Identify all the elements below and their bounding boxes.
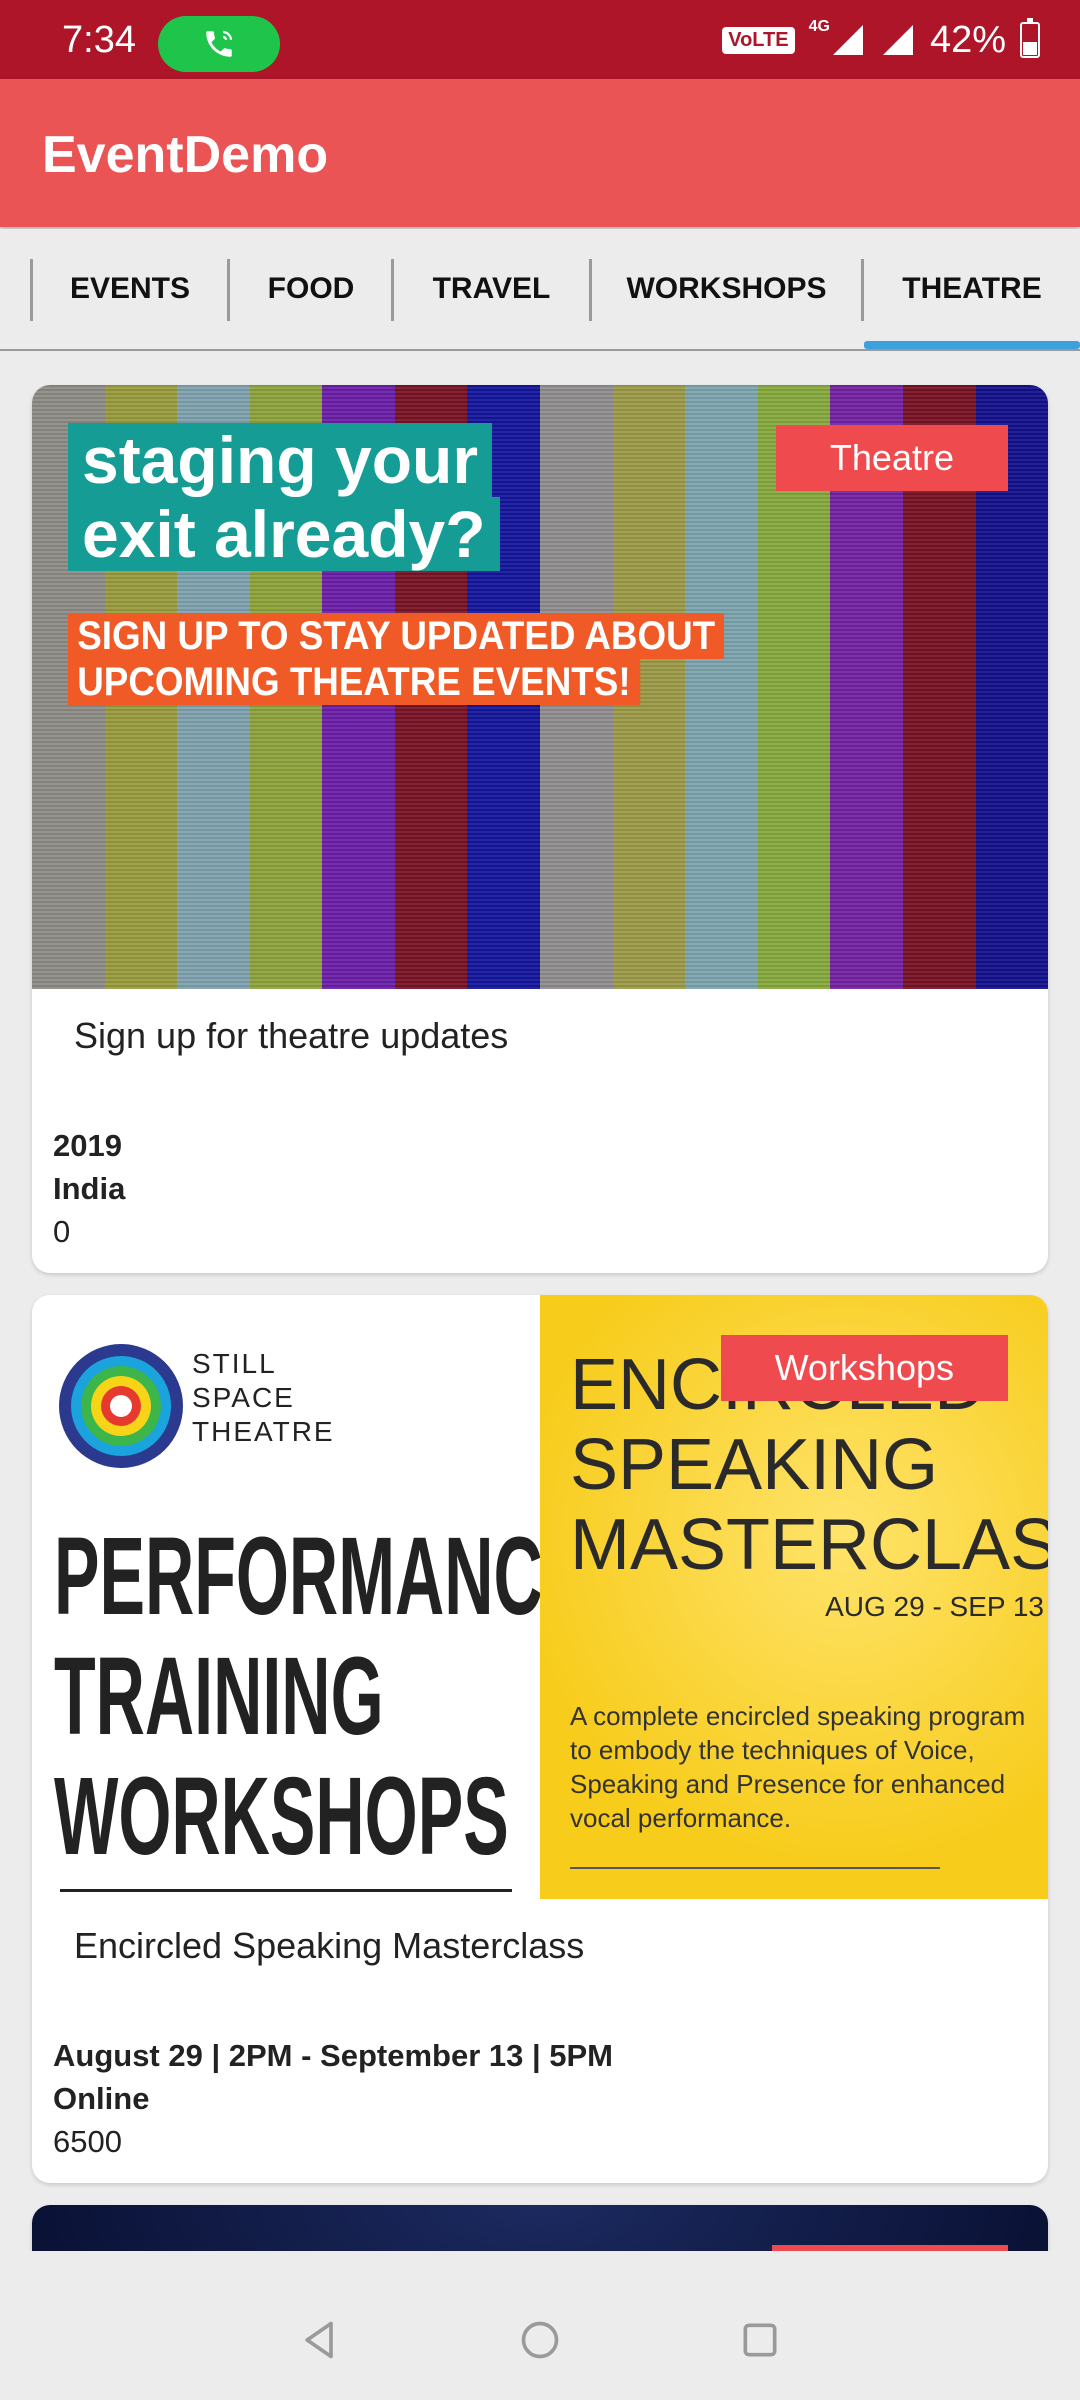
still-space-logo: [59, 1344, 183, 1468]
recents-icon: [743, 2323, 777, 2357]
network-type: 4G: [808, 18, 830, 35]
divider-line: [570, 1867, 940, 1869]
app-bar: EventDemo: [0, 79, 1080, 227]
selected-tab-indicator: [864, 341, 1080, 349]
event-card[interactable]: STILL SPACE THEATRE PERFORMANCE TRAINING W…: [32, 1295, 1048, 2183]
volte-icon: VoLTE: [722, 26, 795, 54]
tab-workshops[interactable]: WORKSHOPS: [592, 257, 861, 321]
event-image: STILL SPACE THEATRE PERFORMANCE TRAINING W…: [32, 1295, 1048, 1899]
back-icon: [305, 2321, 333, 2359]
tab-food[interactable]: FOOD: [230, 257, 392, 321]
signal-icon: [832, 25, 863, 55]
status-time: 7:34: [62, 19, 136, 61]
event-location: Online: [53, 2081, 150, 2116]
image-headline-line2: exit already?: [68, 497, 500, 571]
call-icon: [206, 30, 233, 57]
event-date: August 29 | 2PM - September 13 | 5PM: [53, 2038, 613, 2073]
org-line: SPACE: [192, 1382, 295, 1413]
divider-line: [60, 1889, 512, 1892]
event-price: 6500: [53, 2124, 122, 2159]
home-button[interactable]: [510, 2310, 570, 2370]
event-card[interactable]: staging your exit already? SIGN UP TO ST…: [32, 385, 1048, 1273]
event-date: 2019: [53, 1128, 122, 1163]
org-name: STILL SPACE THEATRE: [192, 1347, 335, 1449]
category-badge: Workshops: [720, 1335, 1008, 1401]
image-left-panel: STILL SPACE THEATRE PERFORMANCE TRAINING W…: [32, 1295, 588, 1899]
image-right-description: A complete encircled speaking program to…: [570, 1701, 1026, 1833]
org-line: STILL: [192, 1348, 277, 1379]
tab-travel[interactable]: TRAVEL: [394, 257, 589, 321]
image-subline1: SIGN UP TO STAY UPDATED ABOUT: [68, 613, 725, 659]
status-icons: VoLTE 4G 42%: [722, 18, 1040, 62]
image-right-dates: AUG 29 - SEP 13: [825, 1591, 1044, 1622]
tab-theatre[interactable]: THEATRE: [864, 257, 1080, 321]
image-left-headline: PERFORMANCE TRAINING WORKSHOPS: [54, 1515, 589, 1878]
image-headline-line1: staging your: [68, 423, 493, 497]
system-nav-bar: [0, 2272, 1080, 2400]
back-button[interactable]: [290, 2310, 350, 2370]
home-icon: [521, 2321, 559, 2359]
event-location: India: [53, 1171, 126, 1206]
ongoing-call-indicator[interactable]: [158, 16, 280, 72]
category-tabs: EVENTS FOOD TRAVEL WORKSHOPS THEATRE: [0, 229, 1080, 351]
recents-button[interactable]: [730, 2310, 790, 2370]
battery-percentage: 42%: [929, 18, 1006, 61]
org-line: THEATRE: [192, 1416, 335, 1447]
event-title: Sign up for theatre updates: [74, 1015, 509, 1056]
status-bar: 7:34 VoLTE 4G 42%: [0, 0, 1080, 79]
event-image: staging your exit already? SIGN UP TO ST…: [32, 385, 1048, 989]
signal-icon-2: [882, 25, 913, 55]
event-price: 0: [53, 1214, 71, 1249]
event-title: Encircled Speaking Masterclass: [74, 1925, 585, 1966]
image-subline2: UPCOMING THEATRE EVENTS!: [68, 659, 640, 705]
category-badge: Theatre: [775, 425, 1008, 491]
app-title: EventDemo: [42, 126, 329, 184]
event-card[interactable]: [32, 2205, 1048, 2251]
battery-icon: [1020, 18, 1040, 58]
event-list[interactable]: staging your exit already? SIGN UP TO ST…: [0, 351, 1080, 2251]
tab-events[interactable]: EVENTS: [33, 257, 227, 321]
category-badge: [772, 2245, 1008, 2251]
